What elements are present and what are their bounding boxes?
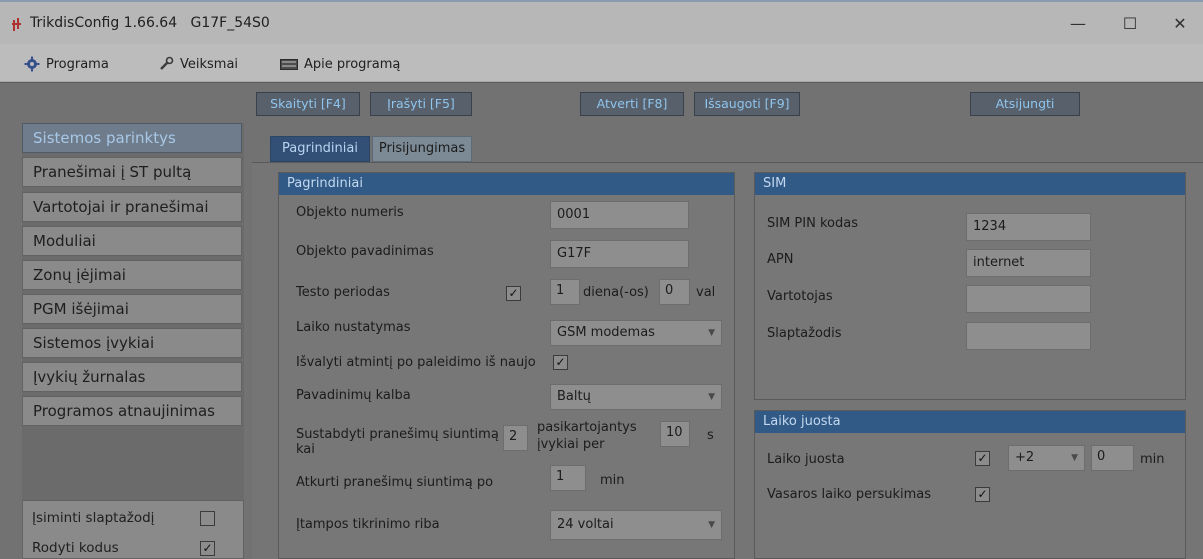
menu-veiksmai-label: Veiksmai [180, 56, 239, 72]
nav-item-moduliai[interactable]: Moduliai [22, 226, 242, 256]
remember-password-label: Įsiminti slaptažodį [32, 510, 155, 526]
timezone-label: Laiko juosta [767, 452, 845, 467]
open-button[interactable]: Atverti [F8] [580, 92, 684, 116]
menu-apie[interactable]: Apie programą [280, 54, 400, 74]
stop-sending-label: Sustabdyti pranešimų siuntimą [296, 427, 499, 442]
apn-label: APN [767, 252, 794, 267]
time-setting-value: GSM modemas [557, 325, 655, 340]
object-name-label: Objekto pavadinimas [296, 244, 434, 259]
names-language-label: Pavadinimų kalba [296, 388, 411, 403]
test-period-hours-input[interactable]: 0 [659, 279, 690, 305]
test-period-days-unit: diena(-os) [583, 285, 649, 300]
basic-group-header: Pagrindiniai [279, 173, 734, 195]
names-language-value: Baltų [557, 389, 591, 404]
voltage-threshold-value: 24 voltai [557, 517, 614, 532]
timezone-minutes-unit: min [1140, 452, 1165, 467]
resume-sending-input[interactable]: 1 [550, 465, 586, 491]
app-icon [12, 18, 21, 31]
menu-bar: Programa Veiksmai Apie programą [0, 44, 1203, 82]
nav-item-zonu-iejimai[interactable]: Zonų įėjimai [22, 260, 242, 290]
dst-label: Vasaros laiko persukimas [767, 487, 931, 502]
nav-item-programos-atnaujinimas[interactable]: Programos atnaujinimas [22, 396, 242, 426]
chevron-down-icon: ▼ [708, 328, 715, 338]
nav-item-pgm-isejimai[interactable]: PGM išėjimai [22, 294, 242, 324]
repeating-events-label: pasikartojantys [537, 420, 637, 435]
close-button[interactable]: ✕ [1165, 10, 1195, 38]
clear-memory-label: Išvalyti atmintį po paleidimo iš naujo [296, 355, 536, 370]
keyboard-icon [280, 59, 298, 70]
voltage-threshold-label: Įtampos tikrinimo riba [296, 517, 440, 532]
sim-password-input[interactable] [966, 322, 1091, 350]
chevron-down-icon: ▼ [1071, 453, 1078, 463]
nav-item-sistemos-parinktys[interactable]: Sistemos parinktys [22, 123, 242, 153]
chevron-down-icon: ▼ [708, 392, 715, 402]
timezone-offset-select[interactable]: +2 ▼ [1008, 445, 1085, 471]
sim-user-label: Vartotojas [767, 289, 833, 304]
read-button[interactable]: Skaityti [F4] [256, 92, 360, 116]
sim-group-header: SIM [755, 173, 1185, 195]
voltage-threshold-select[interactable]: 24 voltai ▼ [550, 510, 722, 540]
dst-checkbox[interactable]: ✓ [975, 487, 990, 502]
sim-password-label: Slaptažodis [767, 326, 842, 341]
title-bar: TrikdisConfig 1.66.64 G17F_54S0 — ☐ ✕ [0, 0, 1203, 44]
nav-item-pranesimai-st[interactable]: Pranešimai į ST pultą [22, 157, 242, 187]
timezone-offset-value: +2 [1015, 450, 1035, 465]
menu-veiksmai[interactable]: Veiksmai [158, 54, 238, 74]
show-codes-checkbox[interactable]: ✓ [200, 541, 215, 556]
time-setting-select[interactable]: GSM modemas ▼ [550, 320, 722, 346]
sim-pin-input[interactable]: 1234 [966, 213, 1091, 241]
resume-sending-unit: min [600, 473, 625, 488]
timezone-group-header: Laiko juosta [755, 411, 1185, 433]
test-period-hours-unit: val [696, 285, 716, 300]
sim-user-input[interactable] [966, 285, 1091, 313]
menu-programa-label: Programa [46, 56, 109, 72]
nav-item-ivykiu-zurnalas[interactable]: Įvykių žurnalas [22, 362, 242, 392]
timezone-checkbox[interactable]: ✓ [975, 451, 990, 466]
repeating-events-label-cont: įvykiai per [537, 437, 605, 452]
sim-pin-label: SIM PIN kodas [767, 216, 858, 231]
resume-sending-label: Atkurti pranešimų siuntimą po [296, 475, 494, 490]
object-number-label: Objekto numeris [296, 205, 404, 220]
apn-input[interactable]: internet [966, 249, 1091, 277]
remember-password-checkbox[interactable] [200, 511, 215, 526]
test-period-checkbox[interactable]: ✓ [506, 286, 521, 301]
nav-item-vartotojai[interactable]: Vartotojai ir pranešimai [22, 192, 242, 222]
minimize-button[interactable]: — [1063, 10, 1093, 38]
object-name-input[interactable]: G17F [550, 240, 689, 268]
tab-prisijungimas[interactable]: Prisijungimas [372, 136, 472, 162]
stop-sending-count-input[interactable]: 2 [503, 425, 528, 451]
save-button[interactable]: Išsaugoti [F9] [694, 92, 800, 116]
menu-programa[interactable]: Programa [24, 54, 109, 74]
wrench-icon [160, 56, 174, 70]
stop-sending-seconds-unit: s [707, 428, 714, 443]
clear-memory-checkbox[interactable]: ✓ [553, 355, 568, 370]
chevron-down-icon: ▼ [708, 520, 715, 530]
gear-icon [24, 56, 40, 72]
time-setting-label: Laiko nustatymas [296, 320, 411, 335]
object-number-input[interactable]: 0001 [550, 201, 689, 229]
maximize-button[interactable]: ☐ [1115, 10, 1145, 38]
nav-item-sistemos-ivykiai[interactable]: Sistemos įvykiai [22, 328, 242, 358]
test-period-label: Testo periodas [296, 285, 390, 300]
write-button[interactable]: Įrašyti [F5] [370, 92, 472, 116]
disconnect-button[interactable]: Atsijungti [970, 92, 1080, 116]
window-title: TrikdisConfig 1.66.64 G17F_54S0 [30, 15, 270, 31]
names-language-select[interactable]: Baltų ▼ [550, 384, 722, 410]
tab-pagrindiniai[interactable]: Pagrindiniai [270, 136, 370, 162]
test-period-days-input[interactable]: 1 [550, 279, 580, 305]
menu-apie-label: Apie programą [304, 56, 401, 72]
show-codes-label: Rodyti kodus [32, 540, 119, 556]
timezone-group: Laiko juosta [754, 410, 1186, 559]
stop-sending-seconds-input[interactable]: 10 [660, 421, 690, 447]
timezone-minutes-input[interactable]: 0 [1091, 445, 1134, 471]
stop-sending-label-cont: kai [296, 442, 315, 457]
